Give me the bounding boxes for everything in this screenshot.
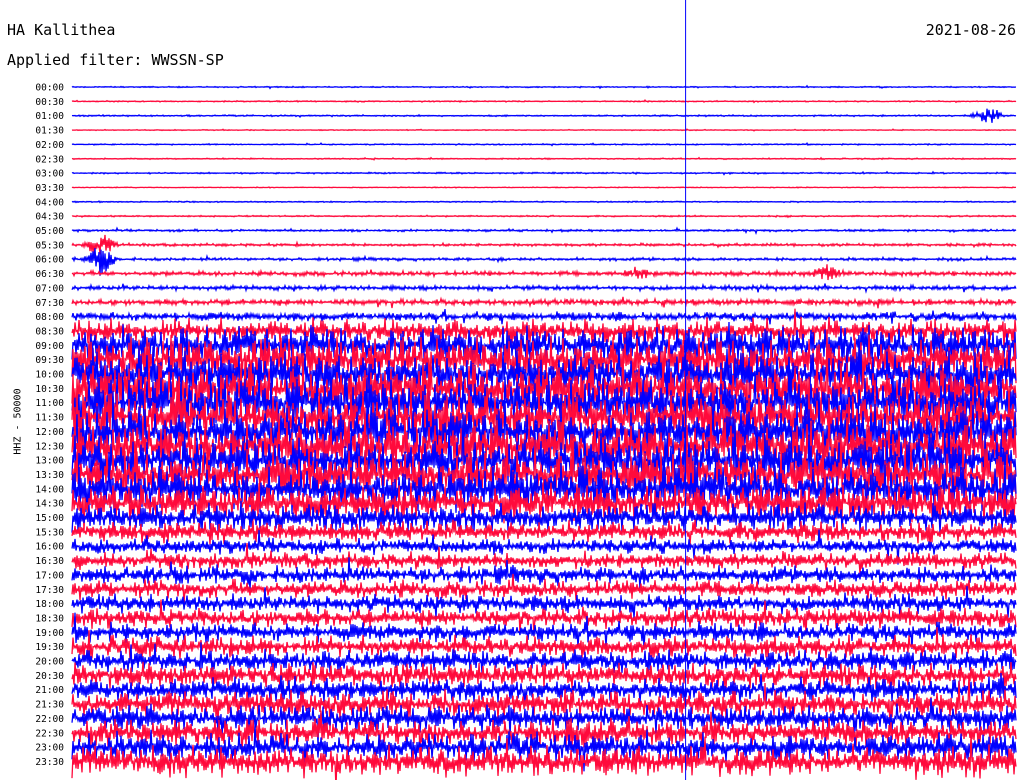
row-time-label: 08:30 [35, 326, 64, 337]
row-time-label: 11:30 [35, 413, 64, 424]
row-time-label: 08:00 [35, 312, 64, 323]
row-time-label: 13:00 [35, 456, 64, 467]
row-time-label: 04:00 [35, 197, 64, 208]
helicorder-plot: 00:00 00:30 01:00 01:30 02:00 02:30 03:00 03:30… [35, 0, 1017, 780]
row-time-label: 19:00 [35, 628, 64, 639]
row-time-label: 15:00 [35, 513, 64, 524]
row-time-label: 17:00 [35, 570, 64, 581]
trace-line [71, 170, 1017, 176]
row-time-label: 14:30 [35, 499, 64, 510]
row-time-label: 02:30 [35, 154, 64, 165]
trace-line [71, 282, 1017, 294]
row-time-label: 16:00 [35, 542, 64, 553]
row-time-label: 11:00 [35, 398, 64, 409]
row-time-label: 01:30 [35, 126, 64, 137]
row-time-label: 21:00 [35, 685, 64, 696]
row-time-label: 23:30 [35, 757, 64, 768]
row-time-label: 23:00 [35, 743, 64, 754]
row-time-label: 09:00 [35, 341, 64, 352]
row-time-label: 14:00 [35, 484, 64, 495]
trace-line [71, 309, 1017, 325]
row-time-label: 12:30 [35, 441, 64, 452]
trace-line [71, 296, 1017, 309]
row-time-label: 07:30 [35, 298, 64, 309]
row-time-label: 03:00 [35, 169, 64, 180]
row-time-label: 05:30 [35, 240, 64, 251]
row-time-label: 03:30 [35, 183, 64, 194]
trace-line [71, 214, 1017, 219]
row-time-label: 22:30 [35, 728, 64, 739]
row-time-label: 20:00 [35, 657, 64, 668]
time-tick-labels: 00:00 00:30 01:00 01:30 02:00 02:30 03:00 03:30… [35, 83, 64, 768]
row-time-label: 22:00 [35, 714, 64, 725]
trace-line [71, 98, 1017, 104]
row-time-label: 18:30 [35, 613, 64, 624]
trace-line [71, 108, 1017, 123]
row-time-label: 19:30 [35, 642, 64, 653]
row-time-label: 00:00 [35, 83, 64, 94]
trace-line [71, 226, 1017, 236]
row-time-label: 17:30 [35, 585, 64, 596]
row-time-label: 06:30 [35, 269, 64, 280]
trace-line [71, 84, 1017, 90]
trace-line [71, 142, 1017, 147]
row-time-label: 01:00 [35, 111, 64, 122]
row-time-label: 20:30 [35, 671, 64, 682]
row-time-label: 05:00 [35, 226, 64, 237]
row-time-label: 10:00 [35, 370, 64, 381]
trace-line [71, 248, 1017, 276]
trace-group [71, 84, 1017, 780]
row-time-label: 18:00 [35, 599, 64, 610]
row-time-label: 10:30 [35, 384, 64, 395]
row-time-label: 21:30 [35, 700, 64, 711]
row-time-label: 07:00 [35, 283, 64, 294]
trace-line [71, 128, 1017, 132]
trace-line [71, 264, 1017, 281]
trace-line [71, 186, 1017, 189]
row-time-label: 04:30 [35, 212, 64, 223]
row-time-label: 12:00 [35, 427, 64, 438]
row-time-label: 00:30 [35, 97, 64, 108]
trace-line [71, 200, 1017, 204]
row-time-label: 02:00 [35, 140, 64, 151]
row-time-label: 15:30 [35, 527, 64, 538]
row-time-label: 06:00 [35, 255, 64, 266]
row-time-label: 13:30 [35, 470, 64, 481]
trace-line [71, 234, 1017, 255]
row-time-label: 09:30 [35, 355, 64, 366]
trace-line [71, 156, 1017, 161]
row-time-label: 16:30 [35, 556, 64, 567]
